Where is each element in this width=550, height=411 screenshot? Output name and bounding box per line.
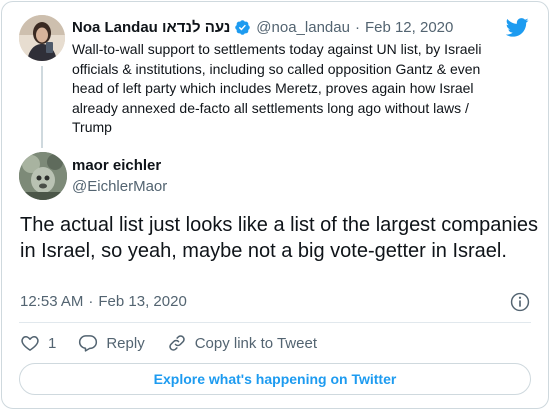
header-separator: ·: [354, 18, 360, 36]
reply-icon: [79, 335, 98, 352]
parent-author-name[interactable]: Noa Landau נעה לנדאו: [72, 19, 230, 36]
tweet-time[interactable]: 12:53 AM: [20, 293, 83, 310]
thread-connector-line: [41, 66, 43, 148]
avatar-photo: [19, 15, 65, 61]
tweet-timestamp[interactable]: 12:53 AM · Feb 13, 2020: [20, 293, 187, 310]
twitter-bird-icon[interactable]: [506, 18, 529, 37]
heart-icon: [21, 336, 39, 351]
explore-twitter-button[interactable]: Explore what's happening on Twitter: [19, 363, 531, 395]
reply-label: Reply: [106, 334, 145, 352]
parent-tweet-text: Wall-to-wall support to settlements toda…: [72, 41, 482, 135]
parent-tweet-header: Noa Landau נעה לנדאו @noa_landau · Feb 1…: [72, 17, 453, 37]
timestamp-separator: ·: [88, 293, 94, 310]
embedded-tweet-card: Noa Landau נעה לנדאו @noa_landau · Feb 1…: [1, 1, 549, 409]
main-author-name[interactable]: maor eichler: [72, 157, 161, 174]
main-tweet-text: The actual list just looks like a list o…: [20, 214, 539, 262]
avatar-photo: [19, 152, 67, 200]
tweet-actions: 1 Reply Copy link to Tweet: [20, 332, 317, 354]
parent-author-handle[interactable]: @noa_landau: [256, 19, 350, 36]
actions-divider: [19, 322, 531, 323]
parent-tweet-date[interactable]: Feb 12, 2020: [365, 19, 453, 36]
main-author-handle[interactable]: @EichlerMaor: [72, 178, 167, 195]
info-icon[interactable]: [509, 291, 531, 313]
tweet-date[interactable]: Feb 13, 2020: [98, 293, 186, 310]
link-icon: [168, 335, 185, 351]
main-author-avatar[interactable]: [19, 152, 67, 200]
verified-badge-icon: [235, 19, 251, 35]
copy-link-label: Copy link to Tweet: [194, 334, 317, 352]
copy-link-button[interactable]: Copy link to Tweet: [167, 333, 317, 353]
reply-button[interactable]: Reply: [78, 333, 145, 353]
like-count: 1: [48, 334, 57, 352]
like-button[interactable]: 1: [20, 333, 56, 353]
parent-author-avatar[interactable]: [19, 15, 65, 61]
